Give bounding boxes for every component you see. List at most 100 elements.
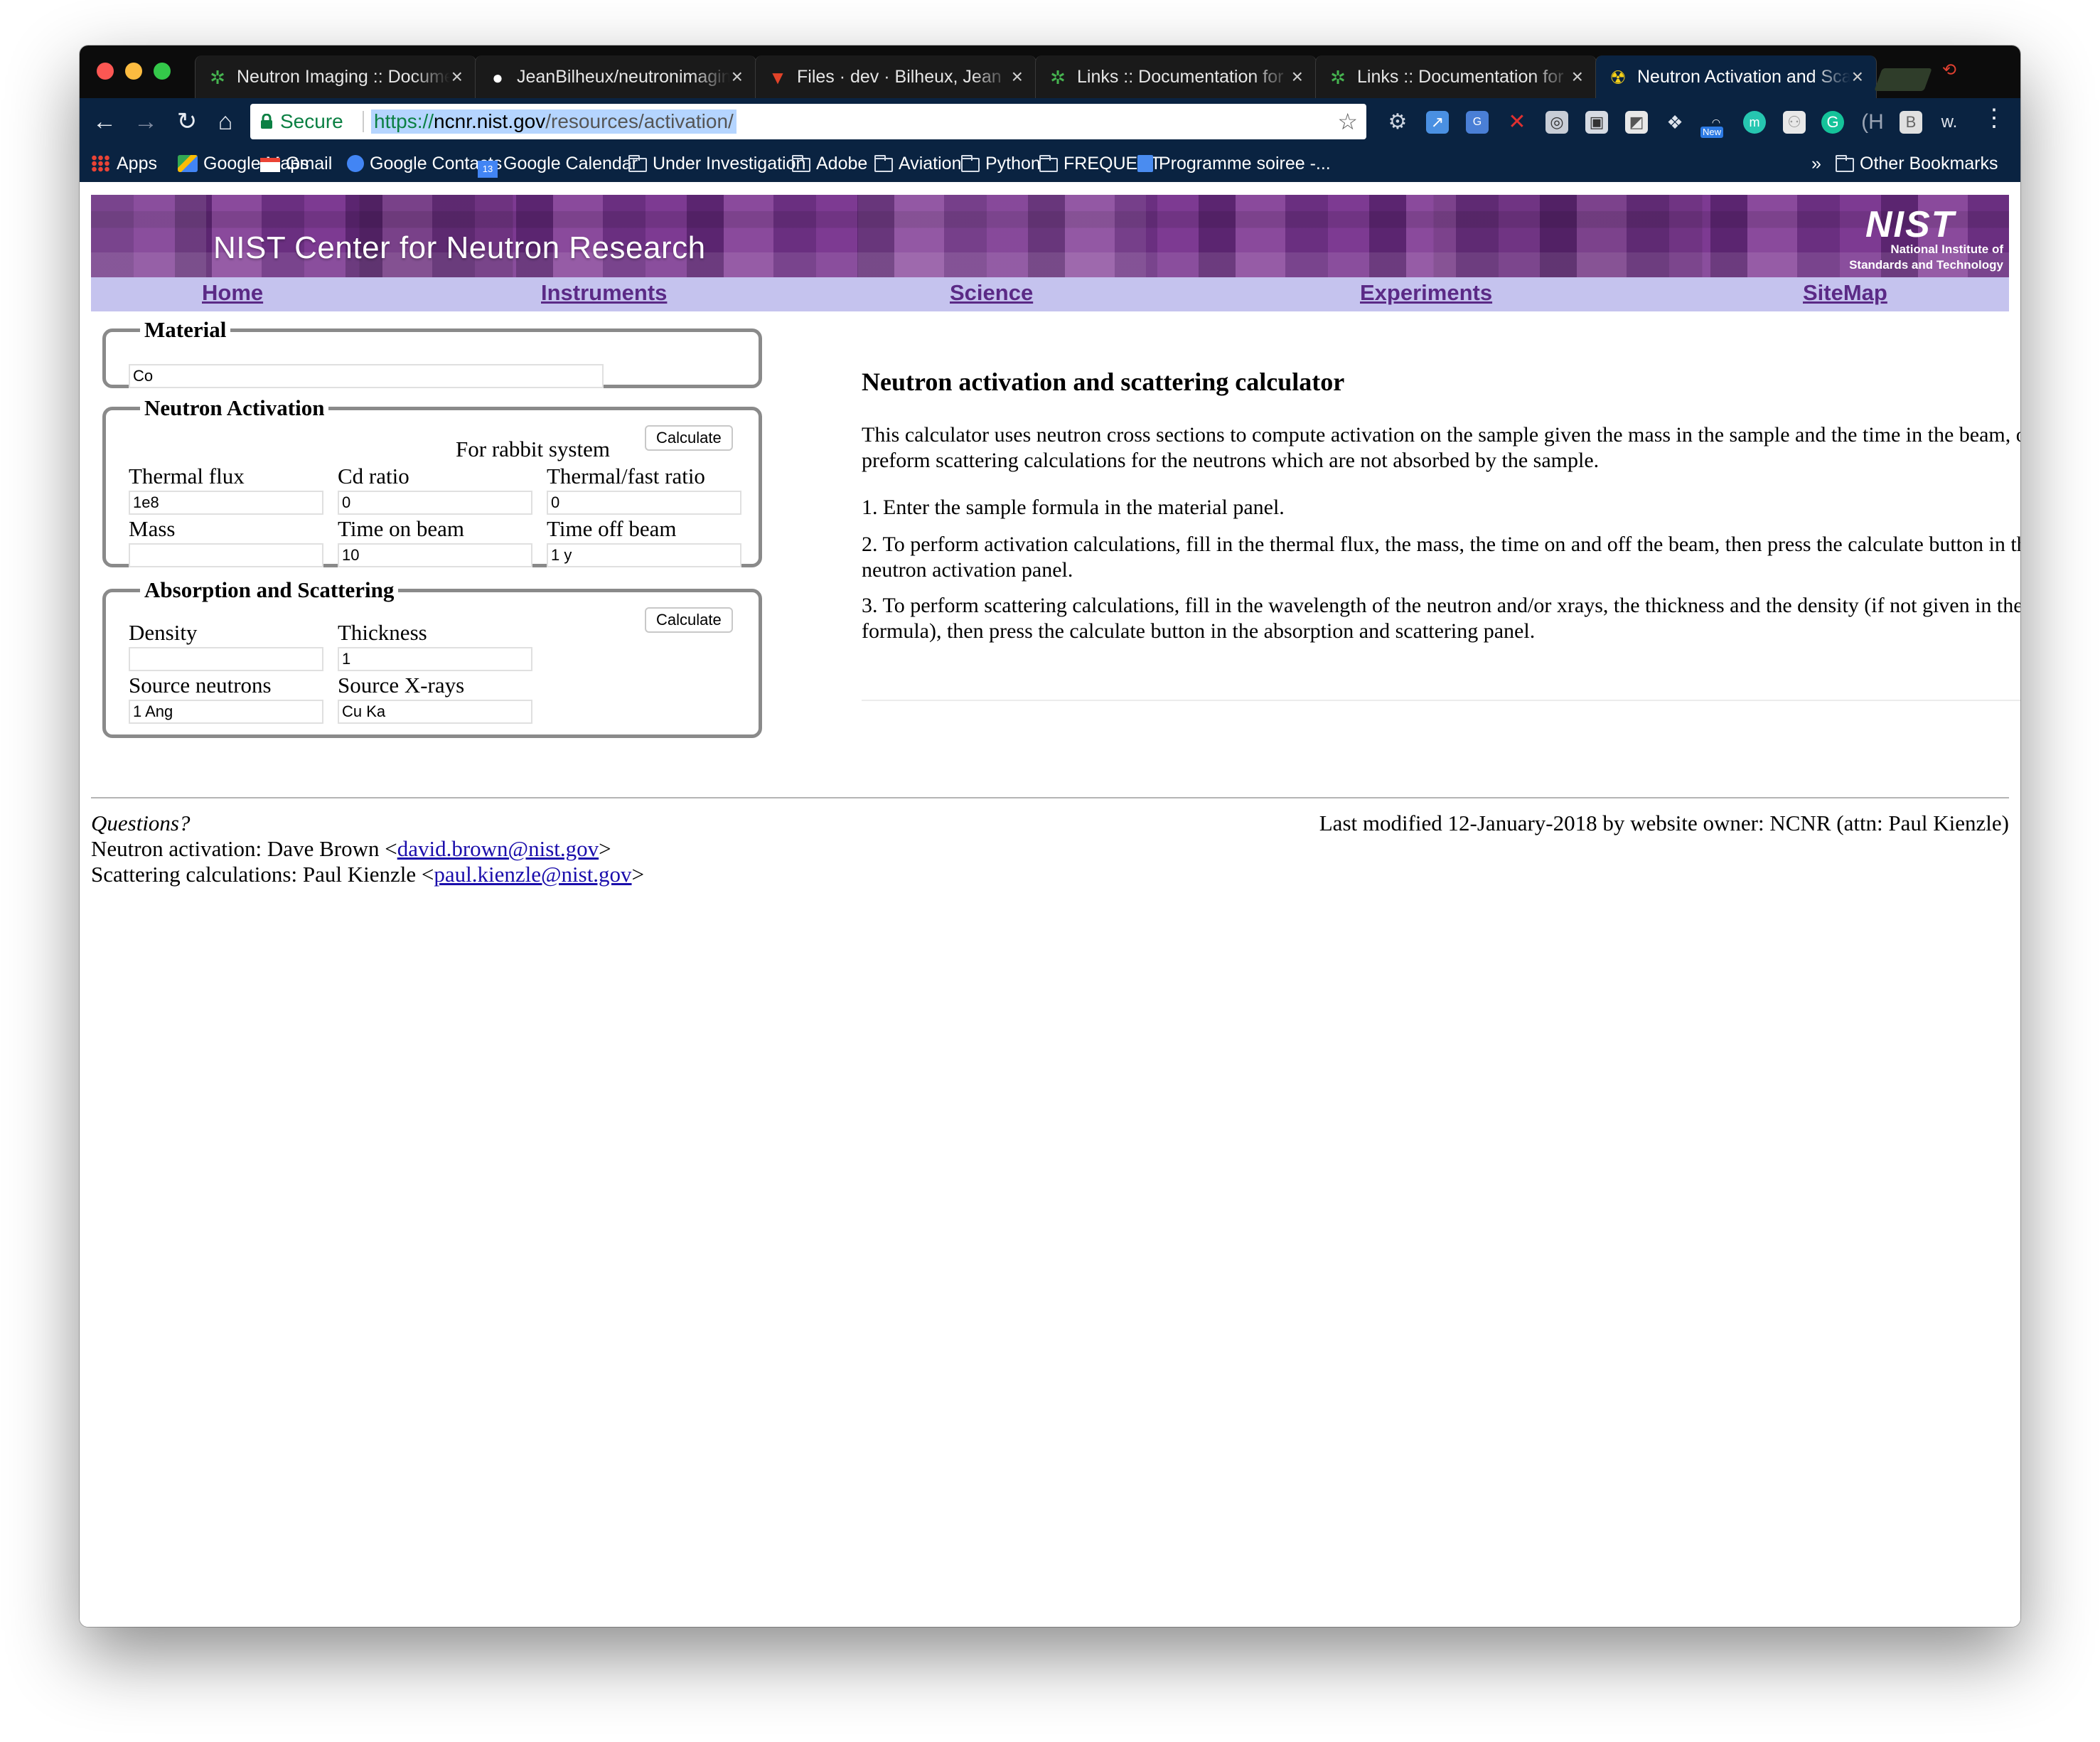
density-input[interactable] xyxy=(129,647,323,671)
nist-logo[interactable]: NIST xyxy=(1865,203,1955,246)
new-badge: New xyxy=(1700,127,1724,138)
scattering-calculate-button[interactable]: Calculate xyxy=(645,607,733,633)
grammarly-icon[interactable]: G xyxy=(1821,111,1844,134)
teal-extension-icon[interactable]: m xyxy=(1743,111,1766,134)
image-extension-icon[interactable]: ▣ xyxy=(1585,111,1608,134)
tab-close-icon[interactable]: × xyxy=(451,55,463,98)
translate-icon[interactable]: G xyxy=(1466,111,1489,134)
secure-label: Secure xyxy=(280,110,343,132)
activation-contact-prefix: Neutron activation: Dave Brown < xyxy=(91,836,397,861)
extension-icon[interactable]: ◎ xyxy=(1545,111,1568,134)
activation-email-link[interactable]: david.brown@nist.gov xyxy=(397,836,599,861)
bookmark-label: Under Investigation xyxy=(653,154,806,173)
tab-close-icon[interactable]: × xyxy=(1012,55,1023,98)
activation-contact-suffix: > xyxy=(599,836,611,861)
notes-icon[interactable]: ◩ xyxy=(1625,111,1648,134)
time-off-beam-input[interactable]: 1 y xyxy=(547,543,741,567)
tab-close-icon[interactable]: × xyxy=(1292,55,1303,98)
bookmark-star-icon[interactable]: ☆ xyxy=(1337,104,1358,139)
bookmark-item[interactable]: Aviation xyxy=(874,145,962,182)
reload-icon[interactable]: ↻ xyxy=(171,105,203,138)
w-extension-icon[interactable]: w. xyxy=(1938,111,1961,134)
site-banner: NIST Center for Neutron Research NIST Na… xyxy=(91,195,2009,277)
scattering-legend: Absorption and Scattering xyxy=(144,577,395,602)
doc-icon xyxy=(1137,155,1153,172)
tab-title: JeanBilheux/neutronimaging xyxy=(517,67,730,87)
browser-tab[interactable]: ✲ Neutron Imaging :: Documentation× xyxy=(195,55,476,98)
nav-home[interactable]: Home xyxy=(202,280,263,306)
material-formula-input[interactable]: Co xyxy=(129,364,604,388)
nav-instruments[interactable]: Instruments xyxy=(541,280,667,306)
material-legend: Material xyxy=(144,317,227,342)
tab-close-icon[interactable]: × xyxy=(1852,55,1863,98)
bookmark-item[interactable]: Adobe xyxy=(792,145,867,182)
tab-title: Neutron Imaging :: Documentation xyxy=(237,67,450,87)
time-on-beam-input[interactable]: 10 xyxy=(338,543,532,567)
cd-ratio-input[interactable]: 0 xyxy=(338,491,532,515)
folder-icon xyxy=(628,155,647,172)
page-heading: Neutron activation and scattering calcul… xyxy=(862,368,1345,396)
bookmark-label: Gmail xyxy=(286,154,333,173)
address-bar[interactable]: Secure https://ncnr.nist.gov/resources/a… xyxy=(250,104,1366,139)
folder-icon xyxy=(961,155,980,172)
close-window-button[interactable] xyxy=(97,63,114,80)
bookmark-label: Python xyxy=(985,154,1041,173)
blocker-icon[interactable]: ✕ xyxy=(1506,111,1528,134)
thermal-fast-ratio-label: Thermal/fast ratio xyxy=(547,464,705,488)
activation-calculate-button[interactable]: Calculate xyxy=(645,425,733,451)
reader-icon[interactable]: B xyxy=(1900,111,1922,134)
tab-close-icon[interactable]: × xyxy=(1572,55,1583,98)
nav-science[interactable]: Science xyxy=(950,280,1033,306)
gray-extension-icon[interactable]: ⚇ xyxy=(1783,111,1806,134)
mass-input[interactable] xyxy=(129,543,323,567)
tab-title: Files · dev · Bilheux, Jean xyxy=(797,67,1002,87)
browser-tab[interactable]: ▼ Files · dev · Bilheux, Jean × xyxy=(755,55,1036,98)
browser-tab[interactable]: ● JeanBilheux/neutronimaging × xyxy=(475,55,756,98)
new-tab-button[interactable] xyxy=(1874,68,1932,91)
bookmark-item[interactable]: Python xyxy=(961,145,1041,182)
activation-legend: Neutron Activation xyxy=(144,395,325,420)
settings-gear-icon[interactable]: ⚙ xyxy=(1386,111,1409,134)
contacts-icon xyxy=(347,155,364,172)
share-extension-icon[interactable]: ↗ xyxy=(1426,111,1449,134)
browser-tab[interactable]: ✲ Links :: Documentation for × xyxy=(1315,55,1597,98)
thermal-flux-input[interactable]: 1e8 xyxy=(129,491,323,515)
source-neutrons-input[interactable]: 1 Ang xyxy=(129,700,323,724)
last-modified: Last modified 12-January-2018 by website… xyxy=(1319,811,2009,835)
tab-title: Links :: Documentation for xyxy=(1357,67,1564,87)
bookmark-label: Apps xyxy=(117,154,157,173)
tab-title: Links :: Documentation for xyxy=(1077,67,1284,87)
bookmark-label: Adobe xyxy=(816,154,868,173)
thermal-fast-ratio-input[interactable]: 0 xyxy=(547,491,741,515)
bookmark-item[interactable]: Gmail xyxy=(260,145,332,182)
sync-icon[interactable]: ⟲ xyxy=(1942,60,1956,80)
bookmark-item[interactable]: Under Investigation xyxy=(628,145,805,182)
other-bookmarks-label: Other Bookmarks xyxy=(1860,154,1998,173)
bookmark-item[interactable]: Apps xyxy=(91,145,157,182)
bookmark-item[interactable]: 13 Google Calendar xyxy=(478,145,638,182)
dropbox-icon[interactable]: ❖ xyxy=(1664,111,1686,134)
rainbow-extension-icon[interactable]: New ◠ xyxy=(1699,111,1733,138)
minimize-window-button[interactable] xyxy=(125,63,142,80)
maximize-window-button[interactable] xyxy=(154,63,171,80)
forward-icon[interactable]: → xyxy=(129,105,162,138)
back-icon[interactable]: ← xyxy=(88,105,121,138)
site-title: NIST Center for Neutron Research xyxy=(213,230,706,265)
tab-close-icon[interactable]: × xyxy=(732,55,743,98)
home-icon[interactable]: ⌂ xyxy=(209,105,242,138)
hypothesis-icon[interactable]: (H xyxy=(1861,111,1884,134)
bookmark-label: Google Calendar xyxy=(503,154,638,173)
scattering-email-link[interactable]: paul.kienzle@nist.gov xyxy=(434,862,631,887)
source-xrays-input[interactable]: Cu Ka xyxy=(338,700,532,724)
browser-tab[interactable]: ☢ Neutron Activation and Scattering× xyxy=(1595,55,1877,100)
bookmarks-overflow-icon[interactable]: » xyxy=(1811,145,1821,182)
step-2: 2. To perform activation calculations, f… xyxy=(862,533,2020,582)
menu-dots-icon[interactable]: ⋮ xyxy=(1982,104,2006,132)
thickness-input[interactable]: 1 xyxy=(338,647,532,671)
url-text[interactable]: https://ncnr.nist.gov/resources/activati… xyxy=(371,109,736,134)
nav-experiments[interactable]: Experiments xyxy=(1360,280,1492,306)
nav-sitemap[interactable]: SiteMap xyxy=(1803,280,1887,306)
other-bookmarks[interactable]: Other Bookmarks xyxy=(1836,145,1998,182)
bookmark-item[interactable]: Programme soiree -... xyxy=(1137,145,1331,182)
browser-tab[interactable]: ✲ Links :: Documentation for × xyxy=(1035,55,1317,98)
